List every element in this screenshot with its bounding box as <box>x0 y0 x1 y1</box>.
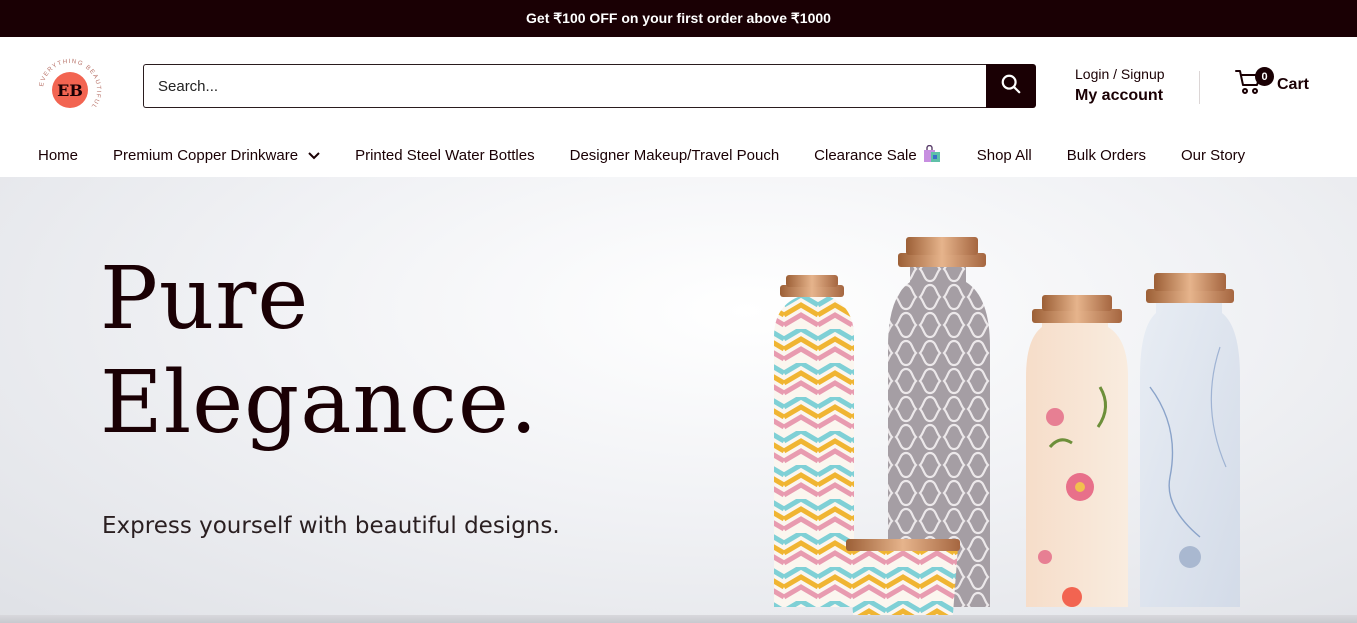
nav-copper-drinkware[interactable]: Premium Copper Drinkware <box>113 147 320 164</box>
site-logo[interactable]: EVERYTHING BEAUTIFUL EB <box>33 53 107 127</box>
my-account-link[interactable]: My account <box>1075 83 1165 109</box>
nav-shop-all-label: Shop All <box>976 147 1032 164</box>
cart-label: Cart <box>1277 75 1310 93</box>
hero-title: Pure Elegance. <box>100 247 538 455</box>
site-header: EVERYTHING BEAUTIFUL EB Login / Signup M… <box>0 37 1357 134</box>
nav-copper-label: Premium Copper Drinkware <box>113 147 299 164</box>
nav-travel-pouch[interactable]: Designer Makeup/Travel Pouch <box>570 147 780 164</box>
hero-subtitle: Express yourself with beautiful designs. <box>102 513 560 539</box>
login-signup-link[interactable]: Login / Signup <box>1075 65 1165 83</box>
nav-home-label: Home <box>38 147 79 164</box>
hero-bottles-image <box>774 237 1240 623</box>
shopping-bag-icon <box>922 144 942 167</box>
nav-our-story[interactable]: Our Story <box>1181 147 1245 164</box>
hero-shelf <box>0 615 1357 623</box>
nav-steel-bottles[interactable]: Printed Steel Water Bottles <box>355 147 535 164</box>
main-nav: Home Premium Copper Drinkware Printed St… <box>0 134 1357 177</box>
chevron-down-icon <box>308 147 320 164</box>
announcement-text: Get ₹100 OFF on your first order above ₹… <box>526 10 831 26</box>
nav-pouch-label: Designer Makeup/Travel Pouch <box>569 147 780 164</box>
search-icon <box>1000 73 1022 100</box>
search-bar <box>143 64 1036 108</box>
nav-bulk-orders[interactable]: Bulk Orders <box>1067 147 1146 164</box>
nav-clearance-sale[interactable]: Clearance Sale <box>814 144 942 167</box>
announcement-bar: Get ₹100 OFF on your first order above ₹… <box>0 0 1357 37</box>
nav-shop-all[interactable]: Shop All <box>977 147 1032 164</box>
search-input[interactable] <box>143 64 986 108</box>
header-divider <box>1199 71 1200 104</box>
hero-title-line2: Elegance. <box>100 353 539 453</box>
nav-steel-label: Printed Steel Water Bottles <box>355 147 535 164</box>
cart-count-badge: 0 <box>1255 67 1274 86</box>
svg-text:EB: EB <box>57 81 83 100</box>
nav-clearance-label: Clearance Sale <box>814 147 917 164</box>
nav-story-label: Our Story <box>1180 147 1246 164</box>
hero-banner[interactable]: Pure Elegance. Express yourself with bea… <box>0 177 1357 623</box>
search-button[interactable] <box>986 64 1036 108</box>
cart-button[interactable]: 0 Cart <box>1235 67 1310 100</box>
nav-home[interactable]: Home <box>38 147 78 164</box>
nav-bulk-label: Bulk Orders <box>1066 147 1146 164</box>
account-menu[interactable]: Login / Signup My account <box>1075 65 1165 109</box>
hero-title-line1: Pure <box>100 249 310 349</box>
